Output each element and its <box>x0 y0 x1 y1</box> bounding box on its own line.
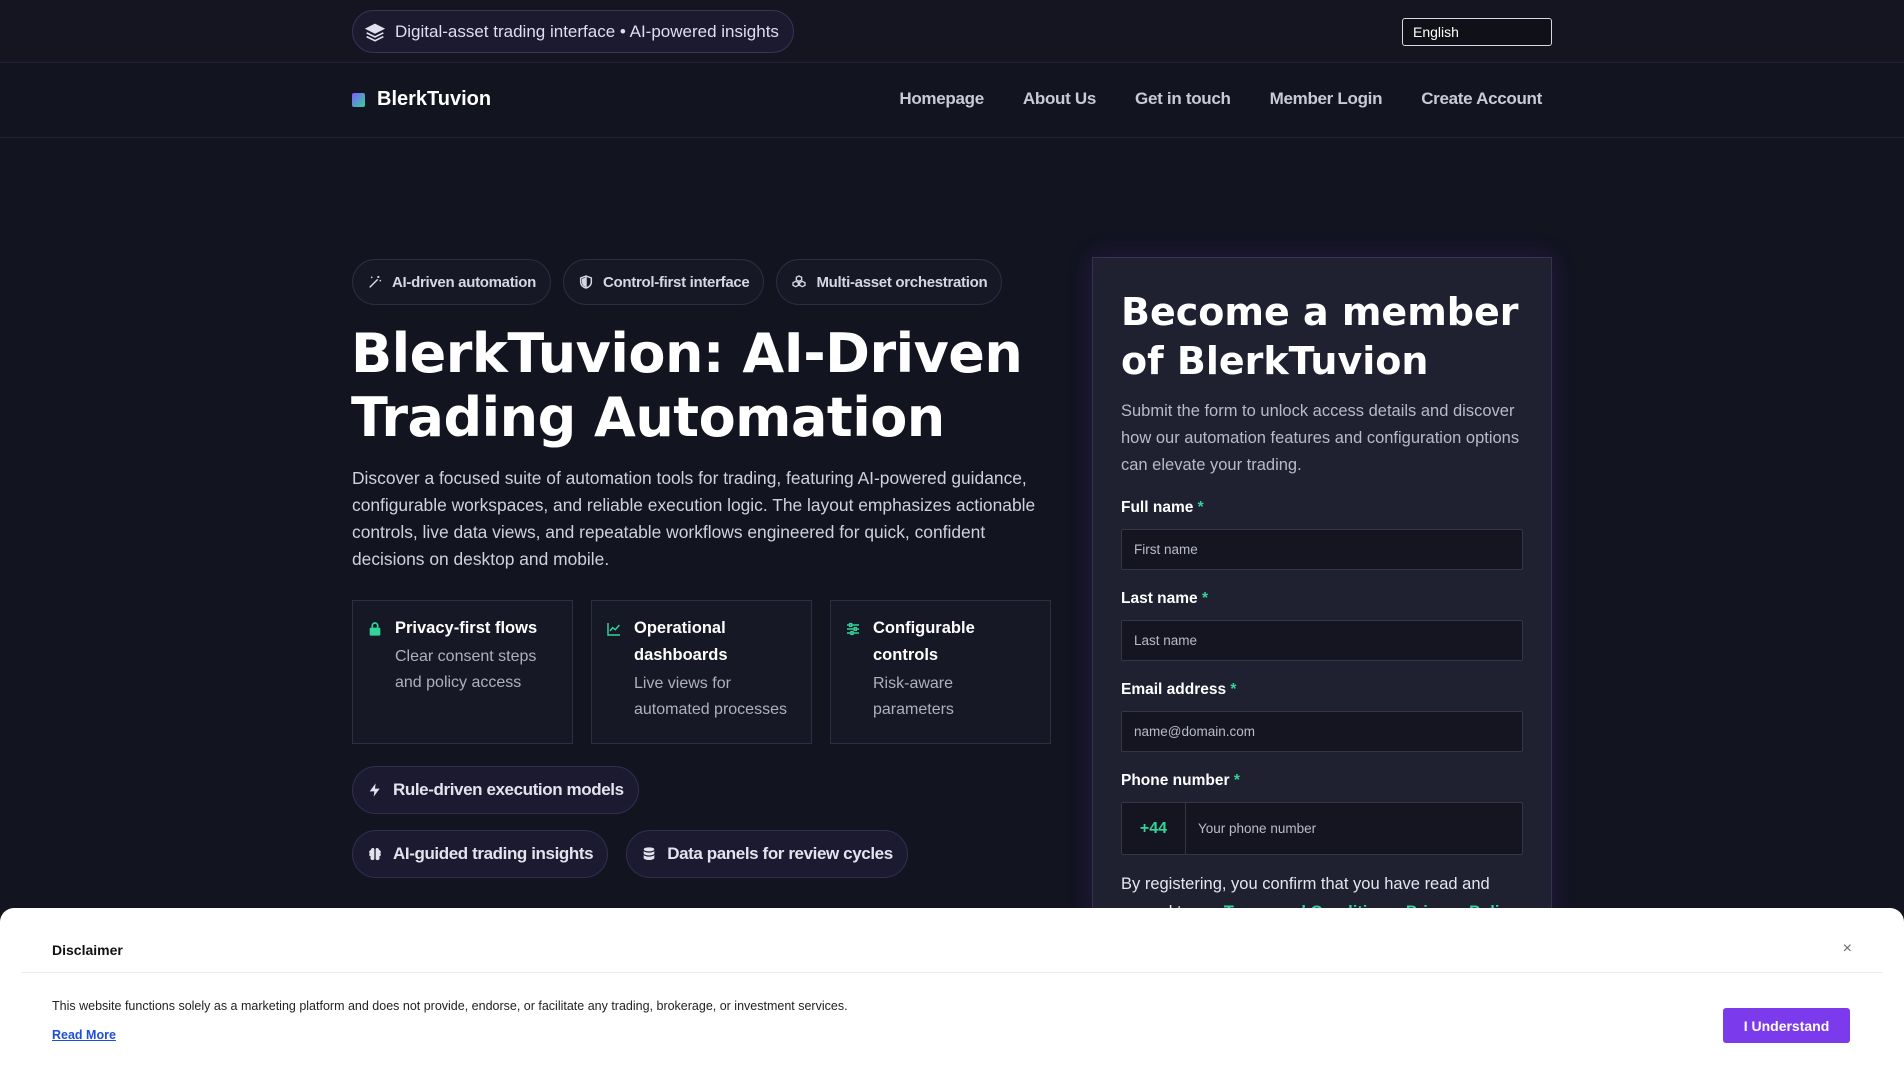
layers-icon <box>365 23 385 42</box>
feature-subtitle: Risk-aware parameters <box>873 675 954 718</box>
feature-title: Operational dashboards <box>634 619 728 664</box>
capability-chips: Rule-driven execution models AI-guided t… <box>352 766 912 878</box>
hero-description: Discover a focused suite of automation t… <box>352 468 1036 569</box>
nav-links: Homepage About Us Get in touch Member Lo… <box>899 89 1542 109</box>
full-name-label: Full name * <box>1121 499 1204 516</box>
nav-link-create-account[interactable]: Create Account <box>1421 89 1542 109</box>
tagline-text: Digital-asset trading interface • AI-pow… <box>395 21 779 41</box>
lock-icon <box>369 622 381 636</box>
close-icon[interactable]: × <box>1843 940 1852 958</box>
chip-label: AI-guided trading insights <box>393 844 594 863</box>
database-icon <box>643 847 655 860</box>
lightning-icon <box>369 783 380 797</box>
feature-subtitle: Live views for automated processes <box>634 675 787 718</box>
nav-link-member-login[interactable]: Member Login <box>1270 89 1383 109</box>
hero-badges: AI-driven automation Control-first inter… <box>352 259 1003 305</box>
phone-label: Phone number * <box>1121 772 1240 789</box>
nav-link-homepage[interactable]: Homepage <box>899 89 984 109</box>
feature-title: Privacy-first flows <box>395 619 538 637</box>
brand-name: BlerkTuvion <box>377 88 492 110</box>
understand-button[interactable]: I Understand <box>1723 1008 1850 1043</box>
badge-label: Control-first interface <box>603 273 750 291</box>
last-name-label: Last name * <box>1121 590 1209 607</box>
cubes-icon <box>792 275 807 288</box>
feature-subtitle: Clear consent steps and policy access <box>395 648 537 691</box>
tagline-pill: Digital-asset trading interface • AI-pow… <box>352 10 794 53</box>
nav-link-about-us[interactable]: About Us <box>1023 89 1096 109</box>
brain-icon <box>369 848 381 861</box>
email-label: Email address * <box>1121 681 1237 698</box>
top-bar: Digital-asset trading interface • AI-pow… <box>0 0 1904 63</box>
feature-card-dashboards: Operational dashboards Live views for au… <box>591 600 812 744</box>
chip-label: Data panels for review cycles <box>667 844 893 863</box>
phone-input[interactable]: Your phone number <box>1186 821 1316 836</box>
chip-ai-guided: AI-guided trading insights <box>352 830 609 878</box>
main-nav: BlerkTuvion Homepage About Us Get in tou… <box>0 64 1904 138</box>
badge-control-first: Control-first interface <box>563 259 765 305</box>
disclaimer-text: This website functions solely as a marke… <box>52 999 848 1013</box>
chart-line-icon <box>607 623 620 636</box>
chip-data-panels: Data panels for review cycles <box>626 830 908 878</box>
feature-card-privacy: Privacy-first flows Clear consent steps … <box>352 600 573 744</box>
last-name-input[interactable]: Last name <box>1121 620 1523 661</box>
chip-rule-driven: Rule-driven execution models <box>352 766 639 814</box>
magic-wand-icon <box>369 276 382 288</box>
chip-label: Rule-driven execution models <box>393 780 624 799</box>
phone-country-code[interactable]: +44 <box>1122 803 1186 854</box>
disclaimer-title: Disclaimer <box>52 942 123 958</box>
email-input[interactable]: name@domain.com <box>1121 711 1523 752</box>
disclaimer-divider <box>22 972 1882 973</box>
sliders-icon <box>847 622 859 636</box>
registration-form: Become a member of BlerkTuvion Submit th… <box>1092 257 1552 921</box>
disclaimer-banner: Disclaimer × This website functions sole… <box>0 908 1904 1078</box>
nav-link-get-in-touch[interactable]: Get in touch <box>1135 89 1231 109</box>
form-description: Submit the form to unlock access details… <box>1121 402 1520 474</box>
read-more-link[interactable]: Read More <box>52 1028 116 1042</box>
shield-icon <box>579 275 593 289</box>
badge-multi-asset: Multi-asset orchestration <box>776 259 1003 305</box>
first-name-input[interactable]: First name <box>1121 529 1523 570</box>
feature-card-controls: Configurable controls Risk-aware paramet… <box>830 600 1051 744</box>
feature-title: Configurable controls <box>873 619 975 664</box>
language-select[interactable]: English <box>1402 18 1552 46</box>
feature-cards: Privacy-first flows Clear consent steps … <box>352 600 1051 744</box>
badge-label: Multi-asset orchestration <box>816 273 988 291</box>
hero-title: BlerkTuvion: AI-Driven Trading Automatio… <box>351 322 1023 449</box>
badge-label: AI-driven automation <box>392 273 537 291</box>
form-title: Become a member of BlerkTuvion <box>1121 290 1519 383</box>
brand-mark-icon <box>352 92 365 107</box>
brand-logo[interactable]: BlerkTuvion <box>352 88 491 111</box>
phone-field: +44 Your phone number <box>1121 802 1523 855</box>
badge-ai-automation: AI-driven automation <box>352 259 552 305</box>
